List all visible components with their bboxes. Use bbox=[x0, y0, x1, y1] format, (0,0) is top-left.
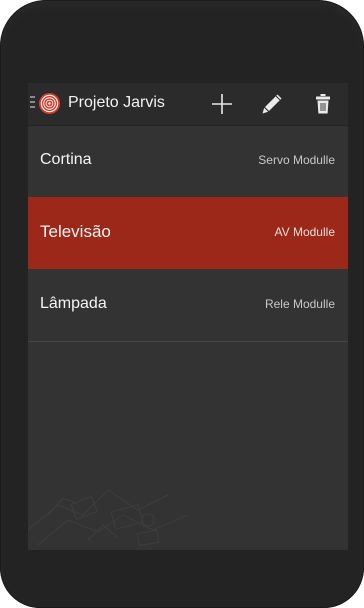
edit-button[interactable] bbox=[259, 91, 285, 117]
device-list-item-cortina[interactable]: Cortina Servo Modulle bbox=[28, 125, 348, 198]
add-button[interactable] bbox=[209, 91, 235, 117]
device-module: Rele Modulle bbox=[264, 297, 335, 311]
app-screen: Projeto Jarvis Cortina Servo Modulle Tel… bbox=[28, 83, 348, 550]
phone-frame: Projeto Jarvis Cortina Servo Modulle Tel… bbox=[0, 0, 364, 608]
device-module: Servo Modulle bbox=[258, 153, 335, 167]
app-logo-icon[interactable] bbox=[38, 92, 61, 115]
app-title: Projeto Jarvis bbox=[68, 94, 165, 111]
pencil-icon bbox=[262, 94, 282, 114]
plus-icon bbox=[212, 94, 232, 114]
device-list-item-lampada[interactable]: Lâmpada Rele Modulle bbox=[28, 269, 348, 342]
device-name: Lâmpada bbox=[40, 295, 107, 312]
delete-button[interactable] bbox=[310, 91, 336, 117]
action-bar: Projeto Jarvis bbox=[28, 83, 348, 126]
drawer-menu-icon[interactable] bbox=[30, 96, 35, 110]
background-circuit-watermark bbox=[28, 489, 189, 547]
device-module: AV Modulle bbox=[274, 225, 335, 239]
device-name: Televisão bbox=[40, 222, 111, 241]
device-list-item-televisao[interactable]: Televisão AV Modulle bbox=[28, 197, 348, 269]
device-name: Cortina bbox=[40, 151, 92, 168]
trash-icon bbox=[316, 94, 330, 114]
